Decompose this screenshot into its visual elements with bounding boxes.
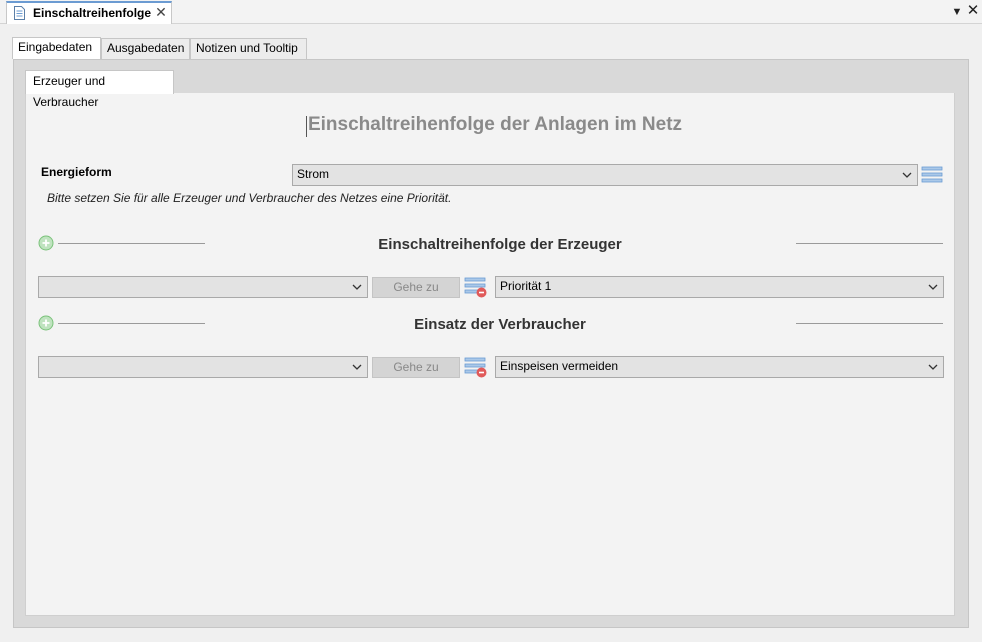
consumer-goto-button[interactable]: Gehe zu xyxy=(372,357,460,378)
energy-select-value: Strom xyxy=(297,167,330,181)
energy-select[interactable]: Strom xyxy=(292,164,918,186)
triangle-down-icon[interactable]: ▼ xyxy=(951,4,963,20)
usage-select[interactable]: Einspeisen vermeiden xyxy=(495,356,944,378)
editor-tab-title: Einschaltreihenfolge xyxy=(33,6,152,20)
tab-ausgabedaten[interactable]: Ausgabedaten xyxy=(101,38,190,59)
close-icon[interactable]: ✕ xyxy=(966,3,980,19)
producers-section-title: Einschaltreihenfolge der Erzeuger xyxy=(378,236,622,253)
consumer-select[interactable] xyxy=(38,356,368,378)
list-remove-icon[interactable] xyxy=(464,277,488,299)
chevron-down-icon xyxy=(928,364,938,370)
energy-label: Energieform xyxy=(41,165,112,179)
usage-select-value: Einspeisen vermeiden xyxy=(500,359,619,373)
hint-text: Bitte setzen Sie für alle Erzeuger und V… xyxy=(47,191,452,205)
text-cursor xyxy=(306,116,307,137)
tab-label: Eingabedaten xyxy=(18,40,93,54)
plus-circle-icon[interactable] xyxy=(38,235,54,251)
document-icon xyxy=(14,6,25,20)
chevron-down-icon xyxy=(902,172,912,178)
producer-goto-button[interactable]: Gehe zu xyxy=(372,277,460,298)
tab-notizen-tooltip[interactable]: Notizen und Tooltip xyxy=(190,38,307,59)
tab-label: Erzeuger und Verbraucher xyxy=(33,74,106,109)
chevron-down-icon xyxy=(928,284,938,290)
editor-tab[interactable]: Einschaltreihenfolge ✕ xyxy=(6,1,172,24)
consumers-section-title: Einsatz der Verbraucher xyxy=(414,316,586,333)
separator-line xyxy=(58,243,205,244)
separator-line xyxy=(796,323,943,324)
producer-select[interactable] xyxy=(38,276,368,298)
separator-line xyxy=(796,243,943,244)
chevron-down-icon xyxy=(352,364,362,370)
chevron-down-icon xyxy=(352,284,362,290)
tab-label: Ausgabedaten xyxy=(107,41,185,55)
priority-select-value: Priorität 1 xyxy=(500,279,552,293)
page-title: Einschaltreihenfolge der Anlagen im Netz xyxy=(307,114,683,135)
priority-select[interactable]: Priorität 1 xyxy=(495,276,944,298)
tab-erzeuger-verbraucher[interactable]: Erzeuger und Verbraucher xyxy=(25,70,174,109)
close-icon[interactable]: ✕ xyxy=(154,4,168,20)
plus-circle-icon[interactable] xyxy=(38,315,54,331)
tab-label: Notizen und Tooltip xyxy=(196,41,298,55)
separator-line xyxy=(58,323,205,324)
list-icon[interactable] xyxy=(921,166,943,184)
tab-eingabedaten[interactable]: Eingabedaten xyxy=(12,37,101,59)
list-remove-icon[interactable] xyxy=(464,357,488,379)
